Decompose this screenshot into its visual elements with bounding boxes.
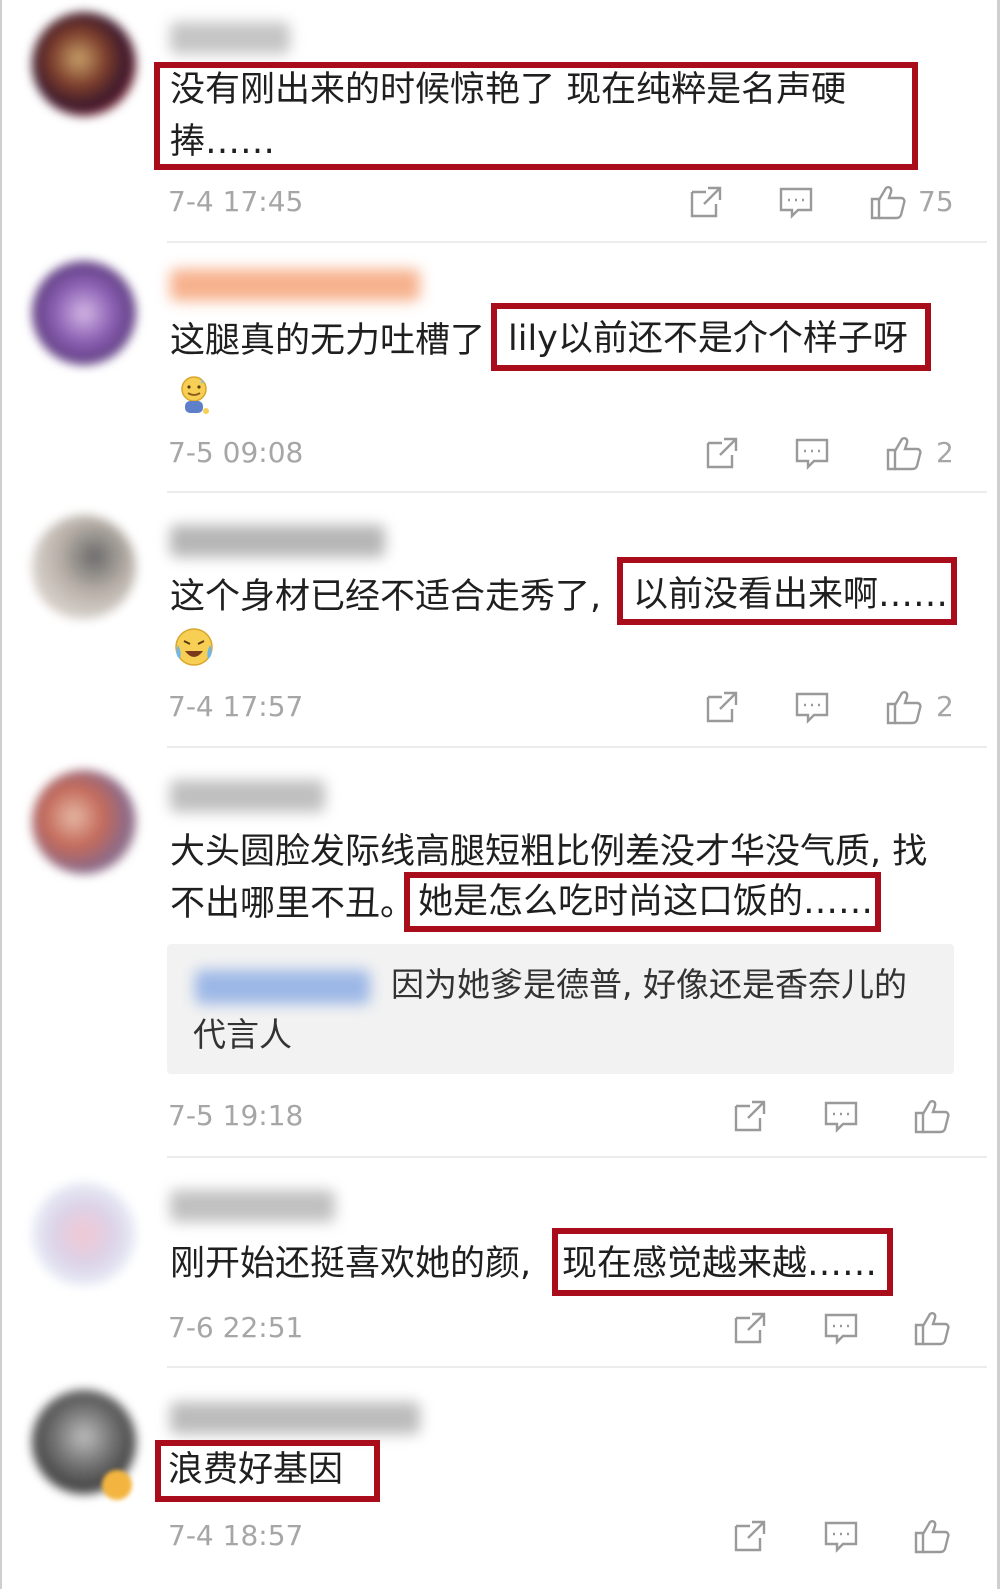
comment-text-prefix: 这腿真的无力吐槽了 bbox=[170, 321, 486, 361]
share-icon[interactable] bbox=[702, 687, 742, 727]
username[interactable] bbox=[170, 1402, 420, 1434]
avatar[interactable] bbox=[32, 261, 136, 365]
username[interactable] bbox=[170, 269, 420, 301]
share-icon[interactable] bbox=[730, 1096, 770, 1136]
like-icon[interactable] bbox=[868, 182, 908, 222]
username[interactable] bbox=[170, 780, 325, 812]
reply-text-line: 因为她爹是德普, 好像还是香奈儿的 bbox=[391, 965, 907, 1004]
username[interactable] bbox=[170, 525, 385, 557]
comment-icon[interactable] bbox=[821, 1308, 861, 1348]
comment-item: 这腿真的无力吐槽了 lily以前还不是介个样子呀 7-5 09:08 2 bbox=[0, 243, 1000, 493]
comment-icon[interactable] bbox=[821, 1096, 861, 1136]
comment-list: 没有刚出来的时候惊艳了 现在纯粹是名声硬 捧…… 7-4 17:45 75 这腿… bbox=[0, 0, 1000, 1589]
like-icon[interactable] bbox=[912, 1308, 952, 1348]
comment-icon[interactable] bbox=[792, 687, 832, 727]
comment-text-line: 没有刚出来的时候惊艳了 现在纯粹是名声硬 bbox=[170, 70, 847, 110]
username[interactable] bbox=[170, 1190, 335, 1222]
sweat-smile-emoji bbox=[172, 373, 216, 417]
reply-text-line: 代言人 bbox=[193, 1015, 292, 1054]
comment-meta: 7-5 19:18 bbox=[0, 1094, 1000, 1138]
like-icon[interactable] bbox=[884, 433, 924, 473]
laugh-cry-emoji bbox=[172, 625, 216, 669]
comment-item: 大头圆脸发际线高腿短粗比例差没才华没气质, 找 不出哪里不丑。 她是怎么吃时尚这… bbox=[0, 748, 1000, 1158]
comment-meta: 7-4 18:57 bbox=[0, 1514, 1000, 1558]
like-icon[interactable] bbox=[884, 687, 924, 727]
comment-icon[interactable] bbox=[821, 1516, 861, 1556]
share-icon[interactable] bbox=[730, 1516, 770, 1556]
like-icon[interactable] bbox=[912, 1096, 952, 1136]
avatar[interactable] bbox=[32, 12, 136, 116]
comment-icon[interactable] bbox=[792, 433, 832, 473]
timestamp: 7-5 19:18 bbox=[168, 1099, 304, 1132]
comment-text-prefix: 这个身材已经不适合走秀了, bbox=[170, 577, 602, 617]
highlighted-text: 现在感觉越来越…… bbox=[562, 1244, 878, 1284]
highlighted-text: lily以前还不是介个样子呀 bbox=[508, 319, 908, 359]
username[interactable] bbox=[170, 22, 290, 54]
highlighted-text: 她是怎么吃时尚这口饭的…… bbox=[418, 882, 874, 922]
highlighted-text: 浪费好基因 bbox=[168, 1450, 344, 1490]
comment-icon[interactable] bbox=[776, 182, 816, 222]
share-icon[interactable] bbox=[686, 182, 726, 222]
avatar[interactable] bbox=[32, 515, 136, 619]
highlighted-text: 以前没看出来啊…… bbox=[633, 575, 949, 615]
comment-text-line: 捧…… bbox=[170, 122, 276, 162]
verified-badge-icon bbox=[102, 1470, 132, 1500]
reply-username[interactable] bbox=[195, 970, 370, 1004]
share-icon[interactable] bbox=[702, 433, 742, 473]
comment-meta: 7-5 09:08 2 bbox=[0, 431, 1000, 475]
like-count: 2 bbox=[936, 690, 954, 723]
comment-text-prefix: 不出哪里不丑。 bbox=[170, 884, 416, 924]
comment-text-line: 大头圆脸发际线高腿短粗比例差没才华没气质, 找 bbox=[170, 832, 928, 872]
comment-text-prefix: 刚开始还挺喜欢她的颜, bbox=[170, 1244, 532, 1284]
like-count: 75 bbox=[918, 185, 954, 218]
comment-item: 这个身材已经不适合走秀了, 以前没看出来啊…… 7-4 17:57 2 bbox=[0, 493, 1000, 748]
timestamp: 7-4 17:57 bbox=[168, 690, 304, 723]
timestamp: 7-4 17:45 bbox=[168, 185, 304, 218]
comment-meta: 7-4 17:57 2 bbox=[0, 685, 1000, 729]
timestamp: 7-6 22:51 bbox=[168, 1311, 304, 1344]
timestamp: 7-5 09:08 bbox=[168, 436, 304, 469]
comment-item: 浪费好基因 7-4 18:57 bbox=[0, 1368, 1000, 1589]
like-icon[interactable] bbox=[912, 1516, 952, 1556]
avatar[interactable] bbox=[32, 1182, 136, 1286]
comment-item: 刚开始还挺喜欢她的颜, 现在感觉越来越…… 7-6 22:51 bbox=[0, 1158, 1000, 1368]
share-icon[interactable] bbox=[730, 1308, 770, 1348]
comment-meta: 7-6 22:51 bbox=[0, 1306, 1000, 1350]
comment-item: 没有刚出来的时候惊艳了 现在纯粹是名声硬 捧…… 7-4 17:45 75 bbox=[0, 0, 1000, 243]
reply-box[interactable]: 因为她爹是德普, 好像还是香奈儿的 代言人 bbox=[167, 944, 954, 1074]
comment-meta: 7-4 17:45 75 bbox=[0, 180, 1000, 224]
timestamp: 7-4 18:57 bbox=[168, 1519, 304, 1552]
like-count: 2 bbox=[936, 436, 954, 469]
avatar[interactable] bbox=[32, 770, 136, 874]
